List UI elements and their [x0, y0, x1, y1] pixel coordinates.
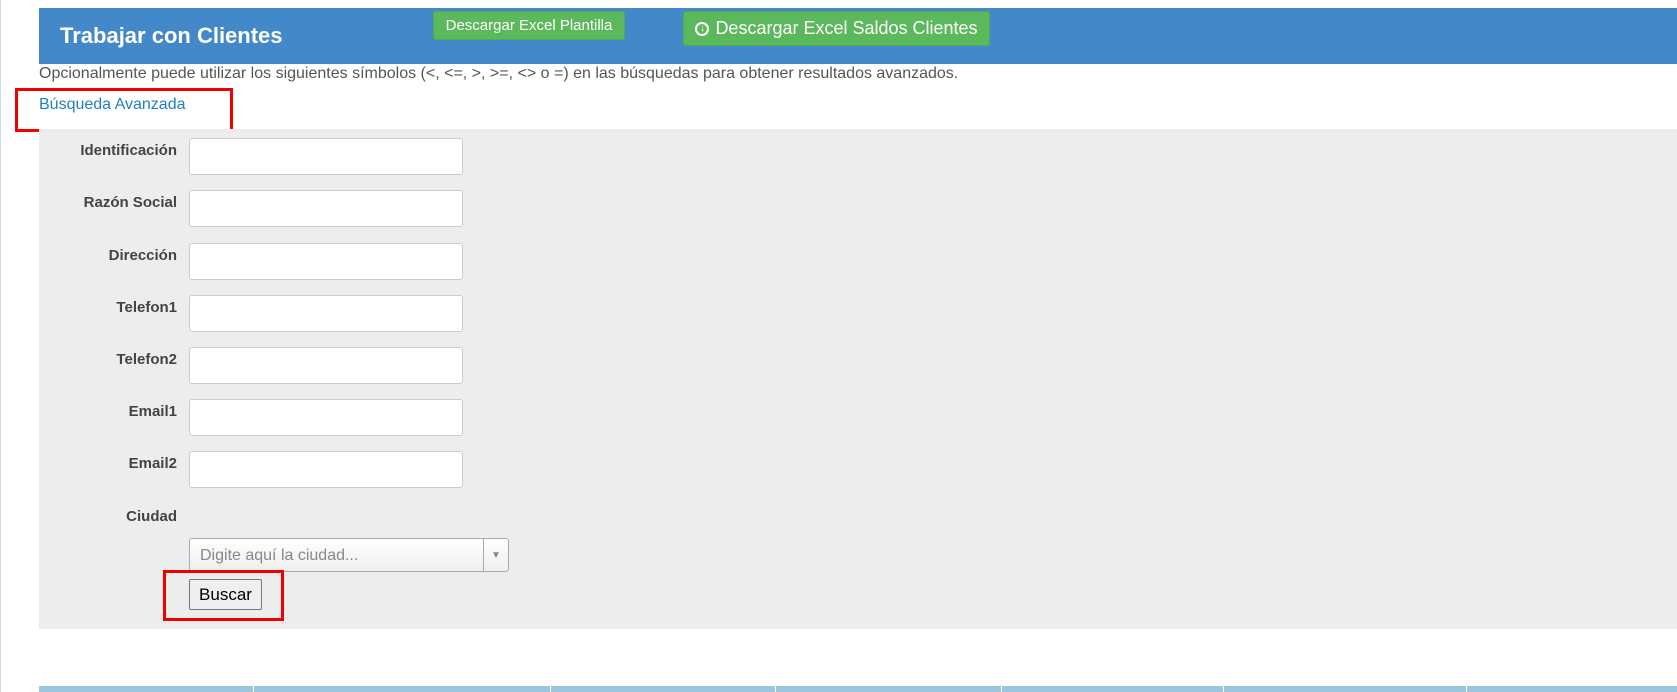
- label-email2: Email2: [128, 455, 177, 472]
- razon-social-input[interactable]: [189, 190, 463, 227]
- label-telefon1: Telefon1: [116, 299, 177, 316]
- column-separator: [550, 686, 551, 692]
- direccion-input[interactable]: [189, 243, 463, 280]
- email2-input[interactable]: [189, 451, 463, 488]
- advanced-search-form: Identificación Razón Social Dirección Te…: [39, 129, 1677, 629]
- left-border: [0, 0, 1, 692]
- column-separator: [1223, 686, 1224, 692]
- email1-input[interactable]: [189, 399, 463, 436]
- label-email1: Email1: [128, 403, 177, 420]
- highlight-box-search-button: [163, 570, 284, 621]
- label-razon-social: Razón Social: [83, 194, 177, 211]
- download-balances-button[interactable]: ↓ Descargar Excel Saldos Clientes: [683, 11, 990, 46]
- highlight-box-advanced-search: [15, 88, 233, 132]
- download-balances-label: Descargar Excel Saldos Clientes: [715, 18, 978, 38]
- download-circle-icon: ↓: [695, 21, 710, 36]
- chevron-down-icon[interactable]: ▼: [483, 539, 508, 571]
- telefon1-input[interactable]: [189, 295, 463, 332]
- city-select[interactable]: Digite aquí la ciudad... ▼: [189, 538, 509, 572]
- page-header: Trabajar con Clientes Descargar Excel Pl…: [39, 8, 1677, 64]
- label-identificacion: Identificación: [80, 142, 177, 159]
- column-separator: [1001, 686, 1002, 692]
- telefon2-input[interactable]: [189, 347, 463, 384]
- label-ciudad: Ciudad: [126, 508, 177, 525]
- city-placeholder: Digite aquí la ciudad...: [200, 547, 359, 564]
- results-table-header: [39, 686, 1677, 692]
- download-template-button[interactable]: Descargar Excel Plantilla: [433, 11, 625, 40]
- search-hint-text: Opcionalmente puede utilizar los siguien…: [39, 65, 959, 82]
- column-separator: [775, 686, 776, 692]
- label-direccion: Dirección: [108, 247, 177, 264]
- identificacion-input[interactable]: [189, 138, 463, 175]
- column-separator: [253, 686, 254, 692]
- page-title: Trabajar con Clientes: [60, 23, 283, 48]
- column-separator: [1466, 686, 1467, 692]
- download-template-label: Descargar Excel Plantilla: [445, 17, 613, 34]
- label-telefon2: Telefon2: [116, 351, 177, 368]
